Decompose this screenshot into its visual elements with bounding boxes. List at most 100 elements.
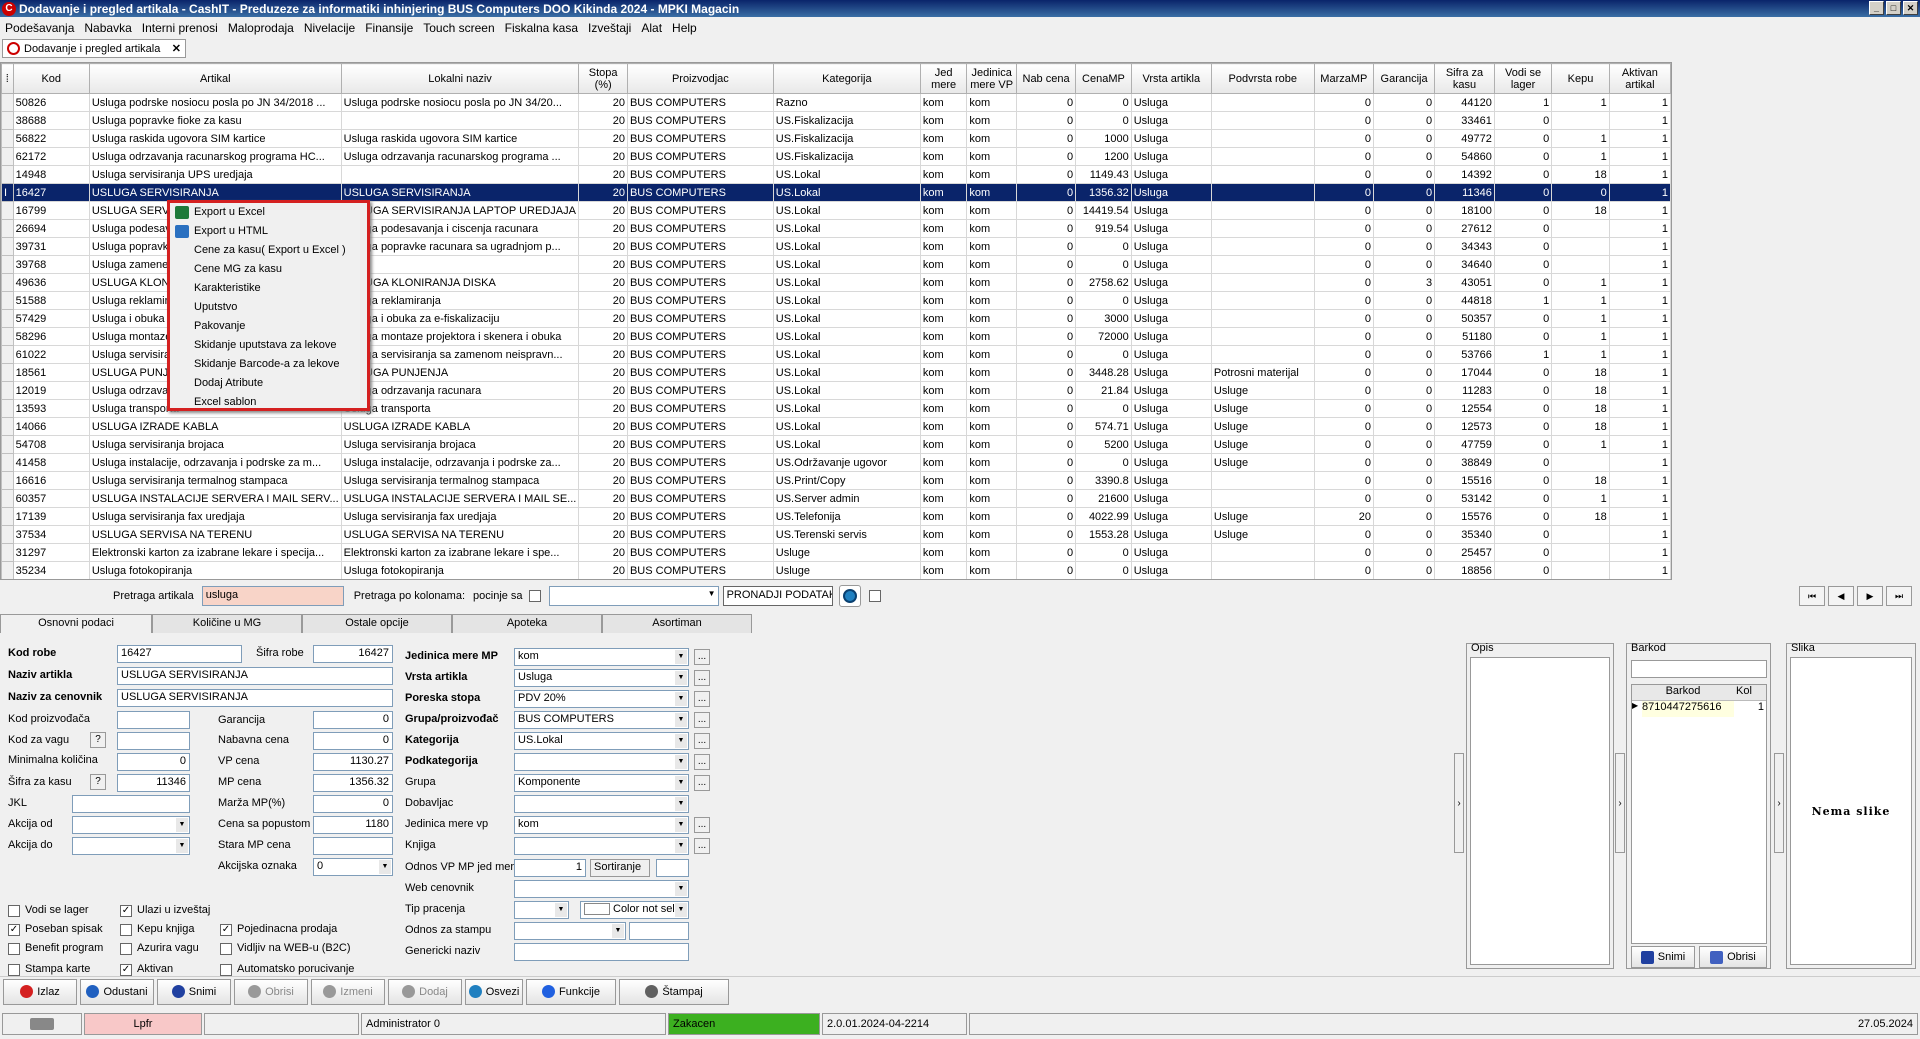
row-indicator[interactable] [1,453,14,472]
table-row[interactable]: 41458 Usluga instalacije, odrzavanja i po… [1,453,1671,472]
nabavna-field[interactable]: 0 [313,732,393,750]
row-indicator[interactable] [1,237,14,256]
row-indicator[interactable] [1,471,14,490]
checkbox-6[interactable] [120,943,132,955]
marza-field[interactable]: 0 [313,795,393,813]
mp-field[interactable]: 1356.32 [313,774,393,792]
starts-with-checkbox[interactable] [528,590,541,602]
kategorija-more-button[interactable]: ... [694,733,710,749]
column-header-8[interactable]: Nab cena [1015,63,1077,94]
stopa-more-button[interactable]: ... [694,691,710,707]
context-menu-item-2[interactable]: Cene za kasu( Export u Excel ) [170,241,367,260]
table-row[interactable]: 14066 USLUGA IZRADE KABLA USLUGA IZRADE KA… [1,417,1671,436]
menu-item-8[interactable]: Izveštaji [583,21,636,35]
row-indicator[interactable] [1,399,14,418]
menu-item-7[interactable]: Fiskalna kasa [500,21,583,35]
maximize-button[interactable]: □ [1886,1,1901,15]
column-header-3[interactable]: Stopa (%) [578,63,628,94]
column-header-13[interactable]: Garancija [1372,63,1436,94]
jm-mp-more-button[interactable]: ... [694,649,710,665]
checkbox-0[interactable] [8,905,20,917]
jkl-field[interactable] [72,795,190,813]
row-indicator[interactable] [1,507,14,526]
knjiga-more-button[interactable]: ... [694,838,710,854]
table-row[interactable]: 17139 Usluga servisiranja fax uredjaja Usl… [1,507,1671,526]
next-record-button[interactable]: ▶ [1857,586,1883,606]
table-row[interactable]: 16616 Usluga servisiranja termalnog stamp… [1,471,1671,490]
odnos-stampa-field[interactable] [629,922,689,940]
opis-expand-button[interactable]: › [1454,753,1464,853]
column-select[interactable]: ▼ [548,586,719,606]
column-header-16[interactable]: Kepu [1551,63,1610,94]
row-indicator[interactable] [1,345,14,364]
column-header-6[interactable]: Jed mere [919,63,968,94]
barkod-input[interactable] [1631,660,1767,678]
table-row[interactable]: 14948 Usluga servisiranja UPS uredjaja 20 B… [1,165,1671,184]
context-menu-item-5[interactable]: Uputstvo [170,298,367,317]
jm-vp-dropdown[interactable]: kom [514,816,689,834]
column-header-10[interactable]: Vrsta artikla [1130,63,1212,94]
row-indicator[interactable] [1,165,14,184]
table-row[interactable]: 38688 Usluga popravke fioke za kasu 20 BUS … [1,111,1671,130]
naziv-field[interactable]: USLUGA SERVISIRANJA [117,667,393,685]
odnos-field[interactable]: 1 [514,859,586,877]
table-row[interactable]: 56822 Usluga raskida ugovora SIM kartice U… [1,129,1671,148]
column-header-9[interactable]: CenaMP [1075,63,1132,94]
row-indicator[interactable]: I [1,183,14,202]
search-icon[interactable] [838,585,861,607]
row-indicator[interactable] [1,291,14,310]
row-indicator[interactable] [1,111,14,130]
row-indicator[interactable] [1,489,14,508]
column-header-17[interactable]: Aktivan artikal [1608,63,1671,94]
prev-record-button[interactable]: ◀ [1828,586,1854,606]
menu-item-3[interactable]: Maloprodaja [223,21,299,35]
row-indicator[interactable] [1,363,14,382]
menu-item-5[interactable]: Finansije [360,21,418,35]
grupa-proiz-more-button[interactable]: ... [694,712,710,728]
row-indicator[interactable] [1,255,14,274]
sifra-kasa-help-button[interactable]: ? [90,774,106,790]
column-header-11[interactable]: Podvrsta robe [1210,63,1315,94]
first-record-button[interactable]: ⏮ [1799,586,1825,606]
tip-pracenja-dropdown[interactable] [514,901,569,919]
checkbox-1[interactable]: ✓ [120,905,132,917]
table-row[interactable]: 35234 Usluga fotokopiranja Usluga fotokopi… [1,561,1671,579]
table-row[interactable]: 60357 USLUGA INSTALACIJE SERVERA I MAIL S… [1,489,1671,508]
context-menu-item-6[interactable]: Pakovanje [170,317,367,336]
close-tab-icon[interactable]: ✕ [172,42,181,55]
context-menu-item-10[interactable]: Excel sablon [170,393,367,412]
action-button-5[interactable]: Dodaj [388,978,462,1005]
extra-checkbox[interactable] [868,590,881,602]
action-button-8[interactable]: Štampaj [619,978,729,1005]
sifra-kasa-field[interactable]: 11346 [117,774,190,792]
last-record-button[interactable]: ⏭ [1886,586,1912,606]
row-indicator[interactable] [1,309,14,328]
row-indicator[interactable] [1,201,14,220]
document-tab[interactable]: Dodavanje i pregled artikala ✕ [2,39,186,58]
context-menu-item-7[interactable]: Skidanje uputstava za lekove [170,336,367,355]
knjiga-dropdown[interactable] [514,837,689,855]
table-row[interactable]: I 16427 USLUGA SERVISIRANJA USLUGA SERVISIR… [1,183,1671,202]
opis-textarea[interactable] [1470,657,1610,965]
action-button-4[interactable]: Izmeni [311,978,385,1005]
context-menu-item-9[interactable]: Dodaj Atribute [170,374,367,393]
podkategorija-dropdown[interactable] [514,753,689,771]
menu-item-9[interactable]: Alat [636,21,667,35]
checkbox-3[interactable] [120,924,132,936]
min-kolicina-field[interactable]: 0 [117,753,190,771]
vrsta-more-button[interactable]: ... [694,670,710,686]
row-indicator[interactable] [1,525,14,544]
column-header-1[interactable]: Artikal [88,63,342,94]
checkbox-5[interactable] [8,943,20,955]
kod-proizvodjaca-field[interactable] [117,711,190,729]
context-menu-item-3[interactable]: Cene MG za kasu [170,260,367,279]
row-indicator[interactable] [1,273,14,292]
tab-asortiman[interactable]: Asortiman [602,614,752,633]
row-indicator[interactable] [1,435,14,454]
barkod-grid[interactable]: Barkod Kol ▶ 8710447275616 1 [1631,684,1767,944]
barkod-delete-button[interactable]: Obrisi [1699,946,1767,968]
row-indicator[interactable] [1,93,14,112]
search-input[interactable]: usluga [201,586,344,606]
grupa-more-button[interactable]: ... [694,775,710,791]
cenovnik-field[interactable]: USLUGA SERVISIRANJA [117,689,393,707]
